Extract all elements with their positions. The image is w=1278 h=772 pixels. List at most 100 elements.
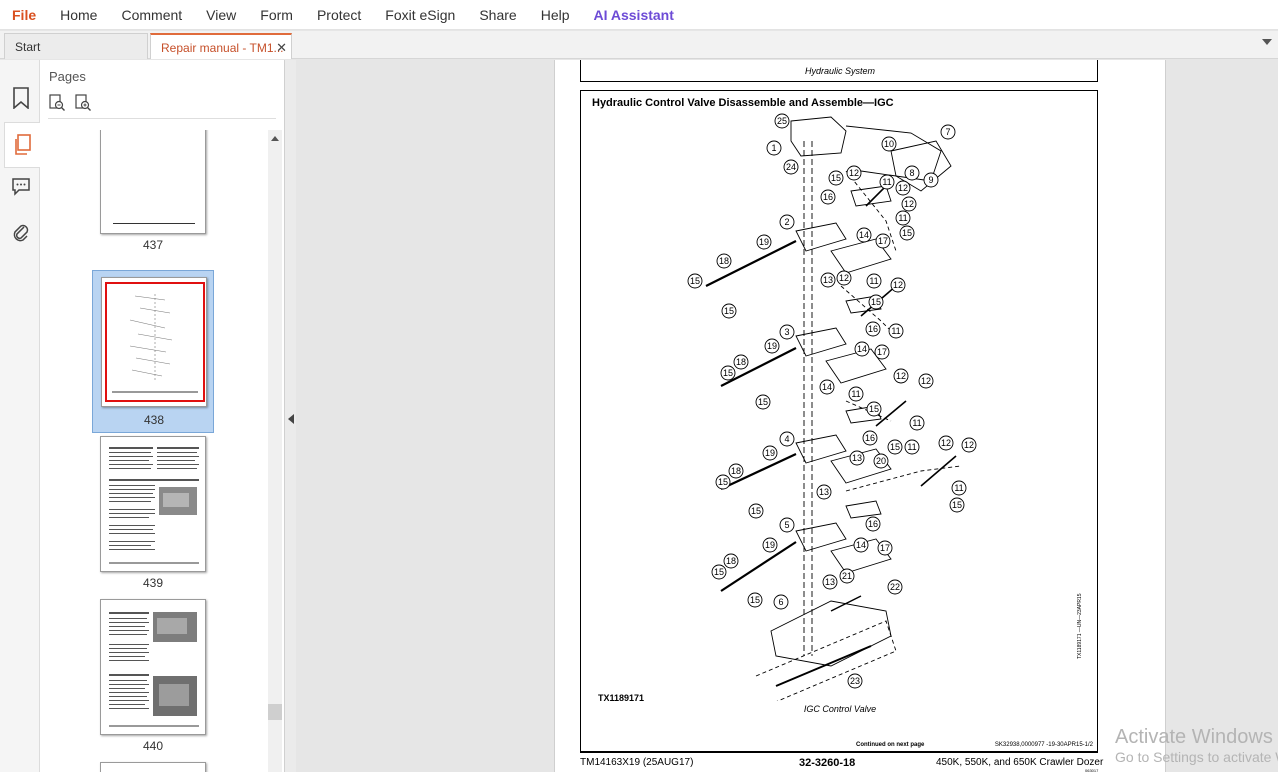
thumbnail-scrollbar[interactable]	[268, 130, 282, 772]
thumbnail-438[interactable]: 438	[92, 270, 214, 433]
menu-protect[interactable]: Protect	[305, 0, 373, 30]
svg-text:15: 15	[723, 368, 733, 378]
thumbnail-label: 439	[142, 576, 164, 590]
thumbnail-441[interactable]	[92, 762, 214, 772]
svg-text:12: 12	[839, 273, 849, 283]
pages-icon[interactable]	[4, 122, 40, 168]
figure-title: Hydraulic Control Valve Disassemble and …	[592, 97, 894, 109]
svg-text:23: 23	[850, 676, 860, 686]
svg-text:11: 11	[954, 483, 963, 493]
svg-text:15: 15	[724, 306, 734, 316]
svg-text:15: 15	[690, 276, 700, 286]
thumbnail-image	[101, 277, 207, 407]
svg-text:2: 2	[784, 217, 789, 227]
navigation-rail	[0, 60, 40, 772]
panel-toolbar	[48, 94, 92, 112]
scrollbar-thumb[interactable]	[268, 704, 282, 720]
scroll-up-icon[interactable]	[271, 136, 279, 141]
thumbnail-label: 440	[142, 739, 164, 753]
collapse-panel-icon[interactable]	[288, 414, 294, 424]
footer-manual-id: TM14163X19 (25AUG17)	[580, 757, 694, 768]
tab-start[interactable]: Start	[4, 33, 148, 59]
menu-ai-assistant[interactable]: AI Assistant	[582, 0, 686, 30]
svg-text:14: 14	[856, 540, 866, 550]
figure-id: TX1189171	[598, 693, 645, 703]
footer-model: 450K, 550K, and 650K Crawler Dozer	[936, 757, 1104, 768]
svg-text:12: 12	[893, 280, 903, 290]
menu-bar: File Home Comment View Form Protect Foxi…	[0, 0, 1278, 30]
close-tab-icon[interactable]: ✕	[276, 35, 287, 61]
menu-help[interactable]: Help	[529, 0, 582, 30]
thumbnail-440[interactable]: 440	[92, 599, 214, 759]
panel-divider[interactable]	[284, 60, 296, 772]
svg-text:11: 11	[912, 418, 921, 428]
zoom-out-thumbnails-icon[interactable]	[48, 94, 66, 112]
bookmark-icon[interactable]	[6, 82, 36, 114]
comment-icon[interactable]	[6, 170, 36, 202]
menu-form[interactable]: Form	[248, 0, 305, 30]
svg-text:18: 18	[736, 357, 746, 367]
footer-page-number: 32-3260-18	[799, 757, 856, 769]
svg-text:5: 5	[784, 520, 789, 530]
svg-text:13: 13	[825, 577, 835, 587]
svg-text:11: 11	[869, 276, 878, 286]
thumbnail-image	[100, 599, 206, 735]
svg-text:18: 18	[726, 556, 736, 566]
svg-text:11: 11	[898, 213, 907, 223]
svg-text:15: 15	[831, 173, 841, 183]
tabs-dropdown-icon[interactable]	[1262, 39, 1272, 45]
svg-text:12: 12	[849, 168, 859, 178]
svg-text:6: 6	[778, 597, 783, 607]
footer-code: 063017	[1085, 768, 1099, 772]
svg-text:20: 20	[876, 456, 886, 466]
panel-title: Pages	[49, 69, 86, 84]
figure-vertical-code: TX1189171 —UN—23APR15	[1077, 593, 1083, 660]
svg-text:19: 19	[765, 448, 775, 458]
svg-text:11: 11	[907, 442, 916, 452]
svg-text:15: 15	[952, 500, 962, 510]
svg-text:15: 15	[871, 297, 881, 307]
svg-text:3: 3	[784, 327, 789, 337]
svg-text:12: 12	[921, 376, 931, 386]
thumbnail-image	[100, 762, 206, 772]
svg-text:19: 19	[759, 237, 769, 247]
watermark-subtitle: Go to Settings to activate Windows.	[1115, 749, 1278, 765]
svg-text:16: 16	[865, 433, 875, 443]
svg-text:15: 15	[750, 595, 760, 605]
svg-text:14: 14	[859, 230, 869, 240]
svg-text:18: 18	[719, 256, 729, 266]
svg-text:15: 15	[869, 404, 879, 414]
svg-text:16: 16	[868, 519, 878, 529]
menu-file[interactable]: File	[0, 0, 48, 30]
svg-text:11: 11	[851, 389, 860, 399]
svg-text:15: 15	[902, 228, 912, 238]
svg-text:13: 13	[823, 275, 833, 285]
svg-text:15: 15	[758, 397, 768, 407]
thumbnail-437[interactable]: 437	[92, 130, 214, 258]
svg-text:15: 15	[890, 442, 900, 452]
svg-text:11: 11	[882, 177, 891, 187]
zoom-in-thumbnails-icon[interactable]	[74, 94, 92, 112]
svg-text:12: 12	[964, 440, 974, 450]
attachment-icon[interactable]	[6, 217, 36, 249]
continued-note: Continued on next page	[856, 742, 925, 748]
pages-panel: Pages 437 438 439 440	[40, 60, 284, 772]
menu-share[interactable]: Share	[467, 0, 528, 30]
svg-text:12: 12	[898, 183, 908, 193]
menu-home[interactable]: Home	[48, 0, 109, 30]
tab-repair-manual[interactable]: Repair manual - TM1... ✕	[150, 33, 292, 59]
thumbnail-439[interactable]: 439	[92, 436, 214, 596]
svg-text:25: 25	[777, 116, 787, 126]
reference-code: SK32938,0000977 -19-30APR15-1/2	[994, 742, 1093, 748]
menu-view[interactable]: View	[194, 0, 248, 30]
svg-text:16: 16	[823, 192, 833, 202]
svg-text:12: 12	[904, 199, 914, 209]
svg-text:16: 16	[868, 324, 878, 334]
menu-foxit-esign[interactable]: Foxit eSign	[373, 0, 467, 30]
document-view: Hydraulic System Hydraulic Control Valve…	[296, 60, 1278, 772]
svg-text:11: 11	[891, 326, 900, 336]
svg-text:15: 15	[714, 567, 724, 577]
menu-comment[interactable]: Comment	[109, 0, 194, 30]
svg-text:8: 8	[909, 168, 914, 178]
svg-text:13: 13	[852, 453, 862, 463]
